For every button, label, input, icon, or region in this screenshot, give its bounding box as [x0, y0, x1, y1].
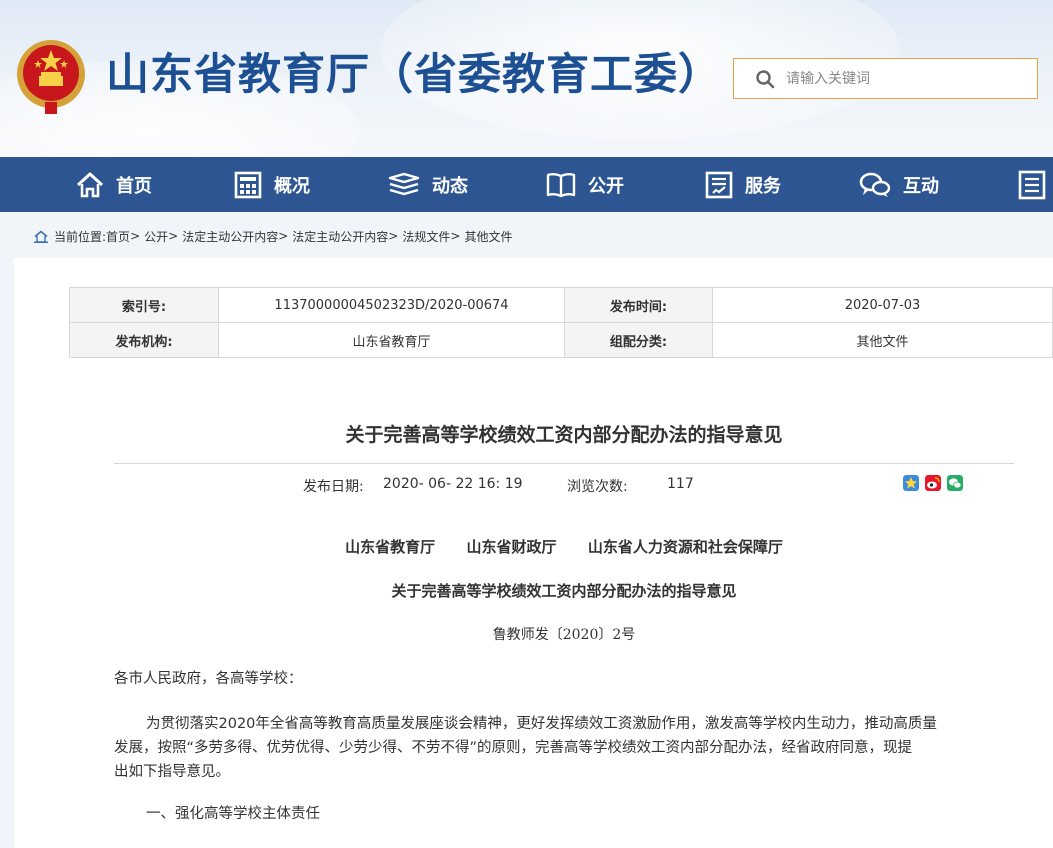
view-count-label: 浏览次数: [567, 479, 628, 495]
nav-item-open[interactable]: 公开 [546, 157, 624, 212]
breadcrumb-separator: > [450, 229, 461, 243]
section-heading: 一、强化高等学校主体责任 [146, 806, 320, 822]
breadcrumb-separator: > [278, 229, 289, 243]
nav-label-overview: 概况 [274, 175, 310, 197]
search-icon[interactable] [755, 69, 775, 89]
paragraph-line: 为贯彻落实2020年全省高等教育高质量发展座谈会精神，更好发挥绩效工资激励作用，… [146, 716, 937, 732]
breadcrumb-link-home[interactable]: 首页 [106, 228, 130, 245]
breadcrumb-separator: > [388, 229, 399, 243]
document-subtitle: 关于完善高等学校绩效工资内部分配办法的指导意见 [391, 582, 737, 600]
nav-item-news[interactable]: 动态 [388, 157, 468, 212]
news-stack-icon [388, 172, 420, 195]
breadcrumb-home-icon [34, 229, 48, 243]
paragraph-line: 出如下指导意见。 [114, 764, 230, 780]
document-meta-table: 索引号: 11370000004502323D/2020-00674 发布时间:… [69, 287, 1053, 358]
meta-index-value: 11370000004502323D/2020-00674 [218, 287, 565, 323]
meta-publish-time-value: 2020-07-03 [712, 287, 1053, 323]
view-count-value: 117 [667, 476, 694, 492]
national-emblem-icon [17, 40, 85, 114]
meta-category-label: 组配分类: [564, 322, 713, 358]
chat-bubbles-icon [859, 172, 891, 197]
paragraph-line: 发展，按照“多劳多得、优劳优得、少劳少得、不劳不得”的原则，完善高等学校绩效工资… [114, 740, 913, 756]
meta-org-label: 发布机构: [69, 322, 219, 358]
publish-date-label: 发布日期: [303, 479, 364, 495]
salutation: 各市人民政府，各高等学校： [114, 671, 303, 687]
breadcrumb-link-mandatory-1[interactable]: 法定主动公开内容 [182, 228, 278, 245]
search-box[interactable] [733, 58, 1038, 99]
meta-index-label: 索引号: [69, 287, 219, 323]
main-nav: 首页 概况 动态 公开 服务 互动 [0, 157, 1053, 212]
document-list-icon [1018, 170, 1046, 199]
breadcrumb-prefix: 当前位置: [54, 229, 107, 244]
nav-item-interact[interactable]: 互动 [859, 157, 939, 212]
breadcrumb-link-other[interactable]: 其他文件 [464, 228, 512, 245]
nav-label-home: 首页 [116, 175, 152, 197]
nav-label-news: 动态 [432, 175, 468, 197]
document-number: 鲁教师发〔2020〕2号 [492, 627, 636, 643]
nav-label-service: 服务 [745, 175, 781, 197]
breadcrumb: 当前位置: 首页 > 公开 > 法定主动公开内容 > 法定主动公开内容 > 法规文件 > … [34, 227, 512, 245]
nav-item-more[interactable] [1018, 157, 1053, 212]
meta-org-value: 山东省教育厅 [218, 322, 565, 358]
breadcrumb-link-open[interactable]: 公开 [144, 228, 168, 245]
site-title: 山东省教育厅（省委教育工委） [106, 50, 722, 100]
nav-item-overview[interactable]: 概况 [234, 157, 310, 212]
title-divider [114, 463, 1014, 464]
service-clipboard-icon [705, 171, 733, 198]
nav-item-home[interactable]: 首页 [76, 157, 152, 212]
breadcrumb-link-mandatory-2[interactable]: 法定主动公开内容 [292, 228, 388, 245]
share-qzone-icon[interactable] [903, 475, 919, 491]
site-header: 山东省教育厅（省委教育工委） [0, 0, 1053, 157]
nav-item-service[interactable]: 服务 [705, 157, 781, 212]
home-icon [76, 172, 104, 197]
building-icon [234, 171, 262, 198]
breadcrumb-link-regulations[interactable]: 法规文件 [402, 228, 450, 245]
open-book-icon [546, 172, 576, 197]
breadcrumb-separator: > [130, 229, 141, 243]
publish-date-value: 2020- 06- 22 16: 19 [383, 476, 523, 492]
nav-label-interact: 互动 [903, 175, 939, 197]
meta-publish-time-label: 发布时间: [564, 287, 713, 323]
issuing-authorities: 山东省教育厅 山东省财政厅 山东省人力资源和社会保障厅 [345, 538, 783, 556]
meta-category-value: 其他文件 [712, 322, 1053, 358]
breadcrumb-separator: > [168, 229, 179, 243]
nav-label-open: 公开 [588, 175, 624, 197]
search-input[interactable] [786, 67, 1026, 91]
article-title: 关于完善高等学校绩效工资内部分配办法的指导意见 [345, 424, 783, 446]
share-wechat-icon[interactable] [947, 475, 963, 491]
share-weibo-icon[interactable] [925, 475, 941, 491]
